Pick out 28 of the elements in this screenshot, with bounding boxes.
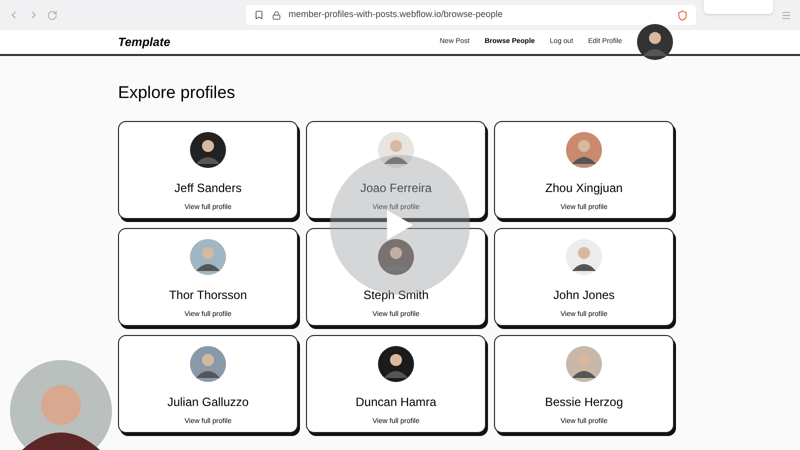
profile-name: Joao Ferreira bbox=[360, 180, 432, 196]
profile-name: Thor Thorsson bbox=[169, 286, 247, 304]
avatar-icon bbox=[378, 238, 414, 274]
profile-name: Jeff Sanders bbox=[174, 180, 242, 196]
popup-card bbox=[704, 0, 774, 14]
bookmark-icon[interactable] bbox=[254, 10, 264, 20]
profile-name: John Jones bbox=[553, 286, 615, 304]
reload-icon[interactable] bbox=[47, 10, 58, 20]
url-text: member-profiles-with-posts.webflow.io/browse-people bbox=[288, 8, 503, 22]
profile-name: Bessie Herzog bbox=[544, 394, 624, 410]
lock-icon bbox=[272, 10, 281, 20]
menu-icon[interactable] bbox=[781, 10, 792, 20]
address-bar[interactable]: member-profiles-with-posts.webflow.io/browse-people bbox=[246, 5, 696, 25]
logo[interactable]: Template bbox=[118, 33, 170, 51]
profile-name: Steph Smith bbox=[363, 286, 429, 304]
avatar-icon bbox=[190, 346, 226, 382]
avatar-icon bbox=[378, 346, 414, 382]
avatar-icon bbox=[190, 238, 226, 274]
avatar-icon bbox=[378, 132, 414, 168]
avatar-icon bbox=[566, 346, 602, 382]
avatar-icon bbox=[190, 132, 226, 168]
profile-name: Zhou Xingjuan bbox=[545, 180, 623, 196]
avatar-icon bbox=[566, 132, 602, 168]
shield-icon[interactable] bbox=[677, 10, 688, 20]
profile-name: Julian Galluzzo bbox=[167, 394, 249, 410]
page-title: Explore profiles bbox=[118, 82, 236, 104]
profile-name: Duncan Hamra bbox=[356, 394, 436, 410]
avatar-icon bbox=[566, 238, 602, 274]
